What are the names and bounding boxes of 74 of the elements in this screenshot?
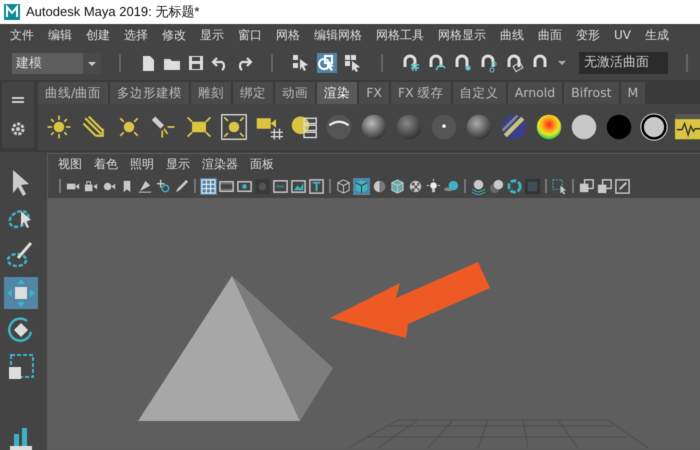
shelf-tab[interactable]: 多边形建模 [110,82,190,104]
shelf-tab[interactable]: 绑定 [233,82,274,104]
shelf-tab[interactable]: 动画 [275,82,316,104]
shaded-sphere-icon[interactable] [395,113,423,141]
shelf-tab[interactable]: 自定义 [452,82,506,104]
snap-to-point-icon[interactable] [452,53,473,73]
shelf-tab[interactable]: 雕刻 [191,82,232,104]
ringed-circle-icon[interactable] [640,113,668,141]
app-logo-icon [4,4,20,20]
wireframe-cube-icon[interactable] [335,178,352,194]
snap-to-grid-icon[interactable] [400,53,421,73]
sun-icon[interactable] [45,113,73,141]
overlapping-spheres-icon[interactable] [488,178,505,194]
menu-item[interactable]: 窗口 [231,25,269,45]
surface-field[interactable]: 无激活曲面 [578,52,668,74]
field-chart-icon[interactable] [272,178,289,194]
lambert-sphere-icon[interactable] [325,113,353,141]
snap-to-projected-center-icon[interactable] [478,53,499,73]
panel-menu-item[interactable]: 着色 [88,156,124,172]
menu-item[interactable]: 网格显示 [431,25,493,45]
menu-item[interactable]: 文件 [3,25,41,45]
safe-action-icon[interactable] [290,178,307,194]
grid-icon[interactable] [200,178,217,194]
panel-menu-item[interactable]: 显示 [160,156,196,172]
waveform-icon[interactable] [675,113,700,141]
save-icon[interactable] [187,54,206,72]
box-light-icon[interactable] [220,113,248,141]
caret-icon [83,52,102,74]
ring-icon[interactable] [506,178,523,194]
text-icon[interactable] [308,178,325,194]
shelf-tab[interactable]: Bifrost [564,82,619,104]
menu-item[interactable]: 选择 [117,25,155,45]
menu-item[interactable]: 曲线 [493,25,531,45]
menu-item[interactable]: 修改 [155,25,193,45]
menu-item[interactable]: 变形 [569,25,607,45]
bar-graph-icon[interactable] [10,426,32,450]
shelf-tab[interactable]: Arnold [508,82,562,104]
caret-icon[interactable] [556,58,567,68]
flat-disc-icon[interactable] [570,113,598,141]
rainbow-sphere-icon[interactable] [535,113,563,141]
menu-item[interactable]: 显示 [193,25,231,45]
shelf-tab[interactable]: FX 缓存 [390,82,451,104]
glossy-sphere-icon[interactable] [465,113,493,141]
textured-cube-icon[interactable] [389,178,406,194]
settings-icon[interactable] [10,120,26,136]
menu-item[interactable]: 曲面 [531,25,569,45]
pan-zoom-icon[interactable] [155,178,172,194]
shelf-tab[interactable]: 渲染 [317,82,358,104]
menu-item[interactable]: 编辑网格 [307,25,369,45]
pencil-icon[interactable] [173,178,190,194]
menu-item[interactable]: 编辑 [41,25,79,45]
panel-menu-item[interactable]: 面板 [244,156,280,172]
shelf-tab[interactable]: 曲线/曲面 [38,82,108,104]
menu-item[interactable]: 网格 [269,25,307,45]
shaded-cube-icon[interactable] [353,178,370,194]
menu-item[interactable]: UV [607,25,638,45]
panel-menu-item[interactable]: 照明 [124,156,160,172]
mode-dropdown[interactable]: 建模 [12,52,102,74]
layered-sphere-icon[interactable] [470,178,487,194]
marquee-select-icon[interactable] [551,178,568,194]
shelf-tab[interactable]: FX [359,82,389,104]
shelf-tab[interactable]: M [620,82,646,104]
menu-item[interactable]: 网格工具 [369,25,431,45]
select-object-icon[interactable] [316,53,337,73]
striped-sphere-icon[interactable] [500,113,528,141]
menu-item[interactable]: 创建 [79,25,117,45]
blinn-sphere-icon[interactable] [360,113,388,141]
panel-menu-item[interactable]: 渲染器 [196,156,244,172]
snap-to-curve-icon[interactable] [426,53,447,73]
light-bulb-icon[interactable] [425,178,442,194]
panel-menu-item[interactable]: 视图 [52,156,88,172]
snap-to-view-plane-icon[interactable] [504,53,525,73]
menu-item[interactable]: 生成 [638,25,676,45]
window-title: Autodesk Maya 2019: 无标题* [26,3,200,21]
